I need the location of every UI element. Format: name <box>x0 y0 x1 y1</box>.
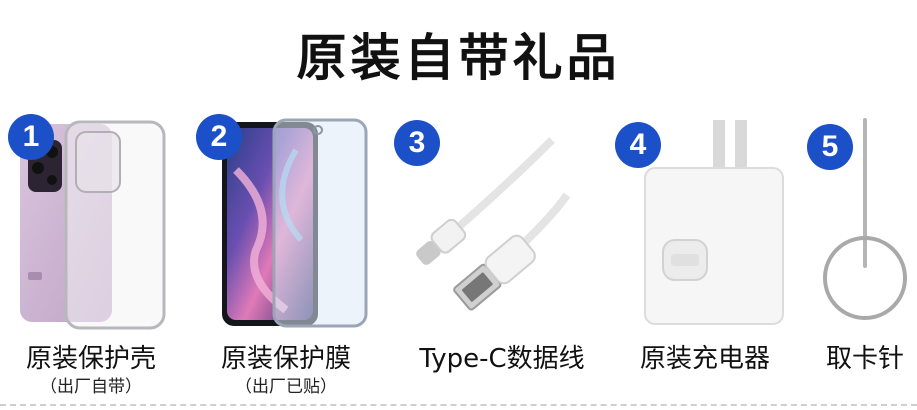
item-note: （出厂自带） <box>40 377 142 397</box>
gift-item-1: 1 原装保护壳 （出厂自带） <box>6 110 176 400</box>
item-label: Type-C数据线 <box>419 344 585 374</box>
item-note: （出厂已贴） <box>235 377 337 397</box>
number-badge: 3 <box>394 120 440 166</box>
item-label: 原装保护壳 <box>25 344 156 374</box>
divider <box>0 404 917 406</box>
page-title: 原装自带礼品 <box>296 29 621 87</box>
gift-item-3: 3 Type-C数据线 <box>392 110 612 400</box>
item-label: 原装保护膜 <box>220 344 351 374</box>
gift-item-4: 4 原装充电器 <box>615 110 795 400</box>
number-badge: 5 <box>807 124 853 170</box>
gift-item-2: 2 原装保护膜 （出厂已贴） <box>196 110 376 400</box>
gift-item-5: 5 取卡针 <box>807 110 915 400</box>
number-badge: 4 <box>615 122 661 168</box>
item-label: 原装充电器 <box>639 344 770 374</box>
item-label: 取卡针 <box>825 344 904 374</box>
number-badge: 2 <box>196 114 242 160</box>
number-badge: 1 <box>8 114 54 160</box>
